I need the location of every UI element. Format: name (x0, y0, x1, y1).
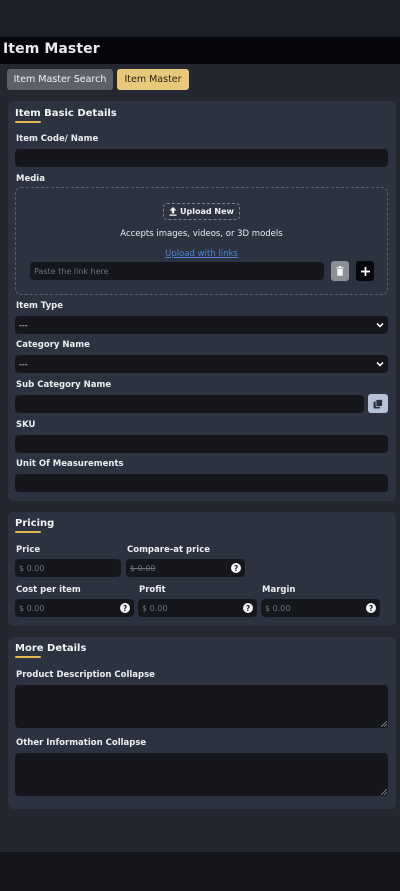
upload-with-links-link[interactable]: Upload with links (15, 249, 388, 259)
price-input[interactable]: $ 0.00 (15, 559, 121, 577)
category-select[interactable]: --- (15, 355, 388, 373)
profit-input[interactable]: $ 0.00 ? (138, 599, 257, 617)
compare-at-price-value: $ 0.00 (130, 563, 156, 573)
sub-category-input[interactable] (15, 395, 364, 413)
sub-category-copy-button[interactable] (368, 394, 388, 413)
help-icon[interactable]: ? (243, 603, 253, 613)
item-type-label: Item Type (16, 301, 63, 311)
profit-label: Profit (139, 585, 166, 595)
resize-handle-icon[interactable] (381, 789, 387, 795)
other-information-label: Other Information Collapse (16, 738, 147, 748)
upload-new-label: Upload New (180, 207, 234, 216)
compare-at-price-input[interactable]: $ 0.00 ? (126, 559, 245, 577)
help-icon[interactable]: ? (366, 603, 376, 613)
category-label: Category Name (16, 340, 90, 350)
other-information-textarea[interactable] (15, 753, 388, 796)
title-bar: Item Master (0, 37, 400, 64)
footer-bar (0, 852, 400, 891)
cost-per-item-label: Cost per item (16, 585, 81, 595)
card-title-more-details: More Details (15, 643, 87, 654)
cost-per-item-input[interactable]: $ 0.00 ? (15, 599, 134, 617)
plus-icon (360, 266, 370, 276)
delete-link-button[interactable] (331, 261, 349, 281)
upload-new-button[interactable]: Upload New (163, 203, 240, 220)
chevron-down-icon (376, 322, 384, 328)
profit-value: $ 0.00 (142, 603, 168, 613)
top-bar (0, 0, 400, 37)
trash-icon (336, 266, 344, 276)
compare-at-price-label: Compare-at price (127, 545, 210, 555)
resize-handle-icon[interactable] (381, 721, 387, 727)
tab-item-master-search[interactable]: Item Master Search (7, 69, 113, 90)
page-title: Item Master (3, 41, 100, 57)
item-type-select[interactable]: --- (15, 316, 388, 334)
margin-label: Margin (262, 585, 296, 595)
uom-label: Unit Of Measurements (16, 459, 124, 469)
item-code-input[interactable] (15, 149, 388, 167)
category-value: --- (19, 359, 28, 369)
add-link-button[interactable] (356, 261, 374, 281)
chevron-down-icon (376, 361, 384, 367)
help-icon[interactable]: ? (231, 563, 241, 573)
card-title-underline (15, 656, 41, 658)
copy-icon (373, 398, 383, 408)
cost-per-item-value: $ 0.00 (19, 603, 45, 613)
tab-item-master[interactable]: Item Master (117, 69, 189, 90)
card-title-basic: Item Basic Details (15, 108, 117, 119)
sub-category-label: Sub Category Name (16, 380, 112, 390)
media-label: Media (16, 174, 45, 184)
paste-link-input[interactable]: Paste the link here (30, 262, 324, 280)
card-title-underline (15, 531, 41, 533)
price-label: Price (16, 545, 41, 555)
product-description-label: Product Description Collapse (16, 670, 155, 680)
item-code-label: Item Code/ Name (16, 134, 99, 144)
sku-input[interactable] (15, 435, 388, 453)
sku-label: SKU (16, 420, 36, 430)
uom-input[interactable] (15, 474, 388, 492)
product-description-textarea[interactable] (15, 685, 388, 728)
upload-icon (169, 207, 177, 216)
accepts-text: Accepts images, videos, or 3D models (120, 229, 283, 239)
margin-input[interactable]: $ 0.00 ? (261, 599, 380, 617)
item-type-value: --- (19, 320, 28, 330)
card-title-underline (15, 121, 41, 123)
margin-value: $ 0.00 (265, 603, 291, 613)
help-icon[interactable]: ? (120, 603, 130, 613)
card-title-pricing: Pricing (15, 518, 55, 529)
